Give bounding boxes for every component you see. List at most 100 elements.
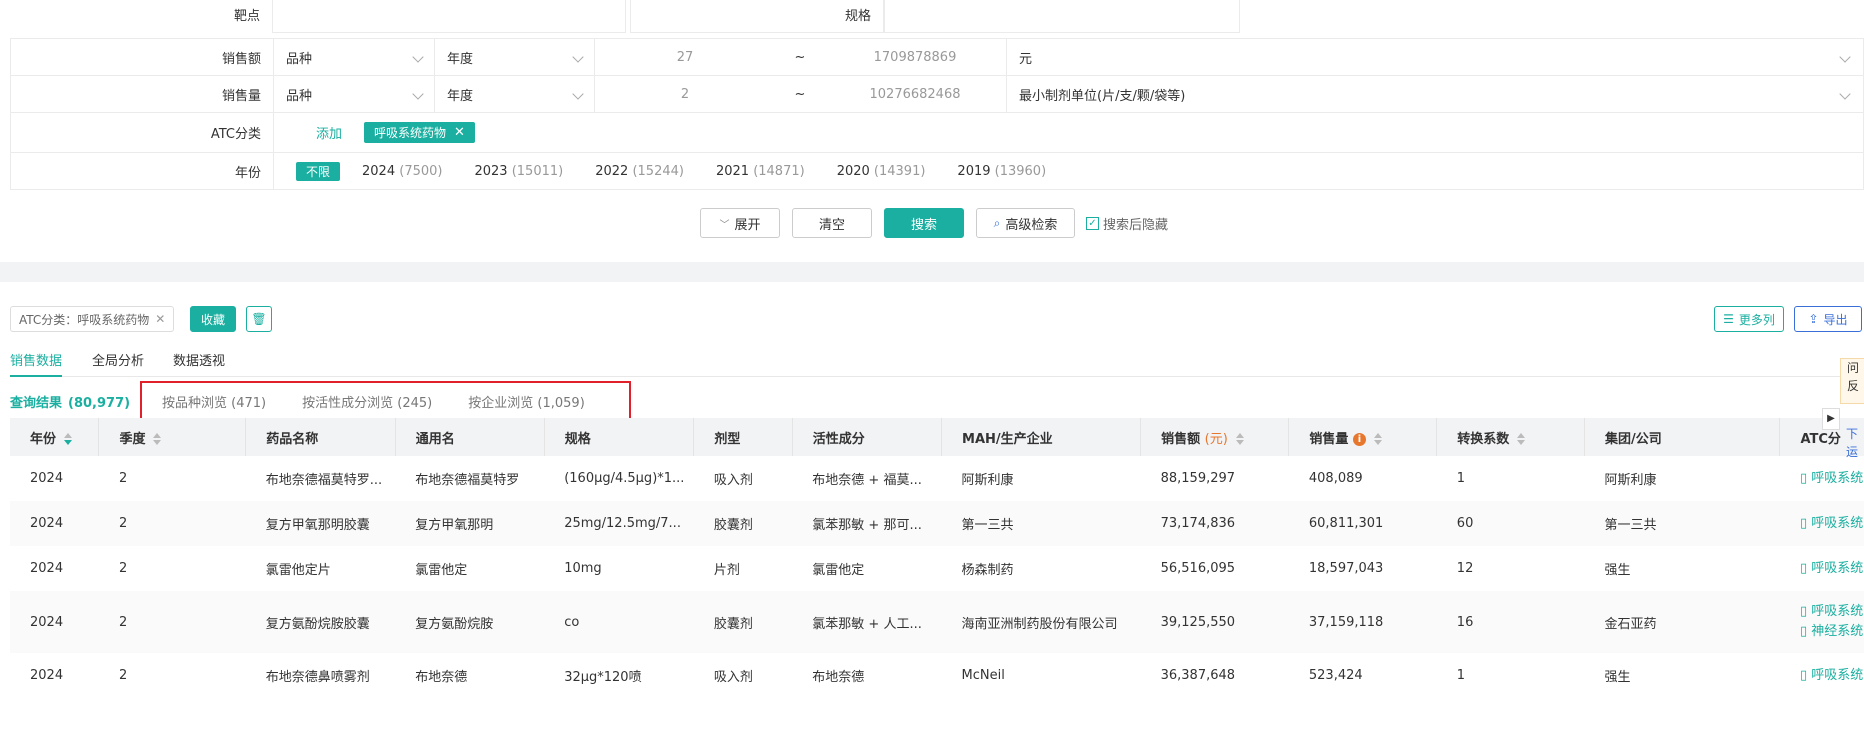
- atc-link[interactable]: ▯ 呼吸系统: [1800, 666, 1864, 686]
- col-sales-volume[interactable]: 销售量 i: [1288, 418, 1438, 456]
- export-button[interactable]: ⇪ 导出: [1794, 306, 1862, 332]
- cell-dosage-form: 胶囊剂: [693, 591, 793, 653]
- cell-group: 金石亚药: [1584, 591, 1780, 653]
- col-sales-amount[interactable]: 销售额 (元): [1140, 418, 1290, 456]
- table-row[interactable]: 2024 2 布地奈德鼻喷雾剂 布地奈德 32μg*120喷 吸入剂 布地奈德 McNeil 3…: [10, 653, 1864, 698]
- side-float-tab-top[interactable]: 问反: [1840, 358, 1864, 404]
- cell-conversion-factor: 1: [1456, 471, 1466, 486]
- col-mah: MAH/生产企业: [941, 418, 1142, 456]
- col-year[interactable]: 年份: [10, 418, 100, 456]
- cell-drug-name: 氯雷他定片: [265, 563, 331, 578]
- cell-sales-amount: 56,516,095: [1160, 561, 1236, 576]
- sort-icon[interactable]: [1373, 433, 1382, 445]
- subtab-by-active-ingredient[interactable]: 按活性成分浏览 (245): [302, 392, 432, 411]
- info-icon[interactable]: i: [1352, 432, 1366, 446]
- cell-generic-name: 氯雷他定: [415, 563, 468, 578]
- sales-table: 年份 季度 药品名称 通用名 规格 剂型 活性成分 MAH/生产企业 销售额 (…: [10, 418, 1864, 698]
- sales-amount-year-select[interactable]: 年度: [434, 39, 594, 75]
- cell-sales-volume: 18,597,043: [1308, 561, 1384, 576]
- document-icon: ▯: [1799, 604, 1812, 619]
- atc-link[interactable]: ▯ 呼吸系统: [1800, 469, 1864, 489]
- tab-global-analysis[interactable]: 全局分析: [92, 350, 144, 369]
- sales-volume-min[interactable]: 2: [595, 87, 775, 102]
- col-quarter[interactable]: 季度: [98, 418, 247, 456]
- close-icon[interactable]: ✕: [155, 312, 165, 326]
- table-row[interactable]: 2024 2 复方氨酚烷胺胶囊 复方氨酚烷胺 co 胶囊剂 氯苯那敏 + 人工... 海南亚洲…: [10, 591, 1864, 653]
- cell-drug-name: 复方甲氧那明胶囊: [245, 501, 396, 546]
- sales-amount-range: 27 ~ 1709878869: [594, 39, 1006, 75]
- atc-add-link[interactable]: 添加: [316, 123, 342, 142]
- sales-amount-unit-select[interactable]: 元: [1006, 39, 1863, 75]
- sort-icon[interactable]: [1517, 433, 1526, 445]
- tab-data-pivot[interactable]: 数据透视: [173, 350, 225, 369]
- cell-quarter: 2: [118, 561, 128, 576]
- year-unlimited[interactable]: 不限: [296, 161, 341, 181]
- sort-icon[interactable]: [153, 433, 162, 445]
- cell-sales-volume: 523,424: [1308, 668, 1363, 683]
- sales-volume-year-select[interactable]: 年度: [434, 76, 594, 112]
- cell-conversion-factor: 16: [1436, 591, 1585, 653]
- table-header-row: 年份 季度 药品名称 通用名 规格 剂型 活性成分 MAH/生产企业 销售额 (…: [10, 418, 1864, 456]
- cell-group: 强生: [1604, 670, 1631, 685]
- year-option-2022[interactable]: 2022 (15244): [595, 164, 684, 179]
- filter-row-target: 靶点 规格: [10, 0, 1250, 33]
- year-option-2019[interactable]: 2019 (13960): [957, 164, 1046, 179]
- cell-generic-name: 布地奈德福莫特罗: [415, 473, 520, 488]
- cell-atc: ▯ 呼吸系统: [1780, 653, 1864, 698]
- year-option-2021[interactable]: 2021 (14871): [716, 164, 805, 179]
- col-active-ingredient: 活性成分: [792, 418, 943, 456]
- sales-amount-min[interactable]: 27: [595, 50, 775, 65]
- atc-link[interactable]: ▯ 神经系统: [1800, 622, 1864, 642]
- trash-icon[interactable]: 🗑: [246, 306, 272, 332]
- chevron-down-icon: [572, 51, 584, 63]
- atc-link[interactable]: ▯ 呼吸系统: [1800, 602, 1864, 622]
- sales-volume-variety-select[interactable]: 品种: [273, 76, 434, 112]
- target-input[interactable]: [272, 0, 626, 33]
- cell-dosage-form: 片剂: [713, 563, 740, 578]
- side-float-tab-bottom[interactable]: 下运: [1846, 425, 1864, 471]
- sales-volume-max[interactable]: 10276682468: [825, 87, 1005, 102]
- spec-input[interactable]: [884, 0, 1240, 33]
- cell-mah: 第一三共: [941, 501, 1141, 546]
- atc-link[interactable]: ▯ 呼吸系统: [1800, 514, 1864, 534]
- col-conversion-factor[interactable]: 转换系数: [1436, 418, 1586, 456]
- sales-amount-variety-select[interactable]: 品种: [273, 39, 434, 75]
- year-option-2023[interactable]: 2023 (15011): [474, 164, 563, 179]
- cell-active-ingredient: 氯苯那敏 + 那可...: [792, 501, 942, 546]
- cell-active-ingredient: 氯苯那敏 + 人工...: [792, 591, 942, 653]
- table-row[interactable]: 2024 2 布地奈德福莫特罗... 布地奈德福莫特罗 (160μg/4.5μg)*1.…: [10, 456, 1864, 501]
- collect-button[interactable]: 收藏: [190, 306, 236, 332]
- table-row[interactable]: 2024 2 氯雷他定片 氯雷他定 10mg 片剂 氯雷他定 杨森制药 56,516,095 18…: [10, 546, 1864, 591]
- sort-icon[interactable]: [1235, 433, 1244, 445]
- atc-link[interactable]: ▯ 呼吸系统: [1800, 559, 1864, 579]
- expand-button[interactable]: ﹀ 展开: [700, 208, 780, 238]
- subtab-by-variety[interactable]: 按品种浏览 (471): [162, 392, 266, 411]
- cell-year: 2024: [30, 561, 64, 576]
- search-button[interactable]: 搜索: [884, 208, 964, 238]
- cell-mah: 海南亚洲制药股份有限公司: [941, 591, 1141, 653]
- sort-icon[interactable]: [64, 433, 73, 445]
- cell-sales-volume: 60,811,301: [1288, 501, 1437, 546]
- year-option-2024[interactable]: 2024 (7500): [362, 164, 442, 179]
- advanced-search-button[interactable]: ⌕ 高级检索: [976, 208, 1075, 238]
- cell-mah: 杨森制药: [961, 563, 1014, 578]
- caret-right-icon[interactable]: ▶: [1822, 408, 1840, 430]
- cell-conversion-factor: 12: [1456, 561, 1474, 576]
- tab-sales-data[interactable]: 销售数据: [10, 350, 63, 377]
- cell-spec: co: [544, 591, 694, 653]
- sales-amount-max[interactable]: 1709878869: [825, 50, 1005, 65]
- sales-volume-unit-select[interactable]: 最小制剂单位(片/支/颗/袋等): [1006, 76, 1863, 112]
- cell-dosage-form: 吸入剂: [713, 670, 753, 685]
- range-separator: ~: [794, 49, 806, 65]
- clear-button[interactable]: 清空: [792, 208, 872, 238]
- subtab-by-company[interactable]: 按企业浏览 (1,059): [468, 392, 585, 411]
- table-row[interactable]: 2024 2 复方甲氧那明胶囊 复方甲氧那明 25mg/12.5mg/7... 胶囊剂 氯苯…: [10, 501, 1864, 546]
- cell-group: 第一三共: [1584, 501, 1780, 546]
- more-columns-button[interactable]: ☰ 更多列: [1714, 306, 1784, 332]
- close-icon[interactable]: ✕: [454, 125, 465, 140]
- year-option-2020[interactable]: 2020 (14391): [837, 164, 926, 179]
- double-chevron-down-icon: ﹀: [719, 219, 730, 231]
- hide-after-search-checkbox[interactable]: ✓ 搜索后隐藏: [1086, 214, 1168, 233]
- chevron-down-icon: [1839, 88, 1851, 100]
- export-icon: ⇪: [1808, 312, 1819, 326]
